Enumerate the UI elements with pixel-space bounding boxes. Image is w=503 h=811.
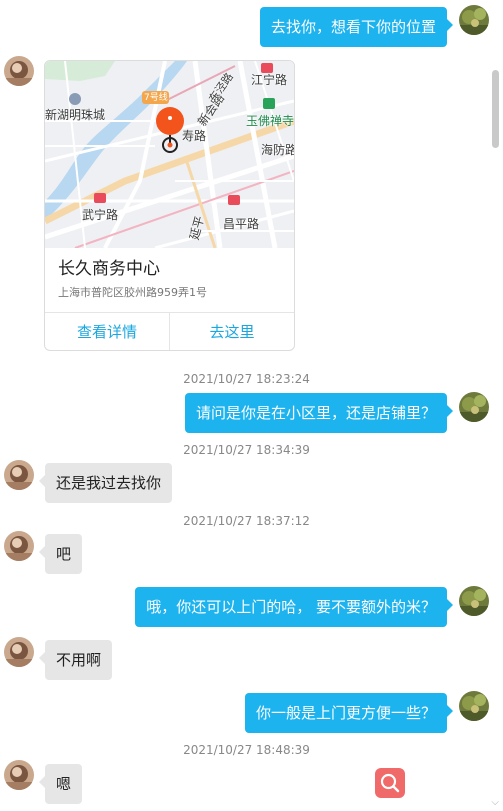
map-label-haifang-road: 海防路 bbox=[261, 143, 294, 157]
message-bubble-outgoing[interactable]: 请问是你是在小区里，还是店铺里？ bbox=[184, 393, 454, 433]
map-label-xinhu-pearl-city: 新湖明珠城 bbox=[45, 108, 106, 122]
location-address: 上海市普陀区胶州路959弄1号 bbox=[58, 286, 207, 299]
map-label-wuning-road: 武宁路 bbox=[82, 208, 119, 222]
map-label-changshou-road: 寿路 bbox=[182, 129, 207, 143]
location-name: 长久商务中心 bbox=[58, 259, 160, 279]
avatar-contact[interactable] bbox=[4, 531, 34, 561]
navigate-here-button[interactable]: 去这里 bbox=[169, 313, 294, 350]
map-label-changping-road: 昌平路 bbox=[223, 217, 260, 231]
message-bubble-incoming[interactable]: 还是我过去找你 bbox=[38, 463, 173, 503]
avatar-self[interactable] bbox=[459, 5, 489, 35]
message-timestamp: 2021/10/27 18:34:39 bbox=[183, 443, 310, 457]
location-map[interactable]: 江宁路 新湖明珠城 7号线 玉佛禅寺 寿路 海防路 新会路 东泾路 武宁路 昌平… bbox=[45, 61, 294, 248]
search-icon bbox=[380, 773, 400, 793]
scrollbar-thumb[interactable] bbox=[492, 70, 499, 148]
message-timestamp: 2021/10/27 18:37:12 bbox=[183, 514, 310, 528]
avatar-contact[interactable] bbox=[4, 56, 34, 86]
message-bubble-incoming[interactable]: 嗯 bbox=[38, 764, 83, 804]
avatar-contact[interactable] bbox=[4, 760, 34, 790]
avatar-self[interactable] bbox=[459, 586, 489, 616]
map-label-jiangning-road: 江宁路 bbox=[251, 73, 288, 87]
message-bubble-incoming[interactable]: 不用啊 bbox=[38, 640, 113, 680]
scroll-down-icon[interactable]: ⌵ bbox=[491, 798, 499, 808]
message-bubble-outgoing[interactable]: 哦，你还可以上门的哈， 要不要额外的米？ bbox=[135, 587, 453, 627]
avatar-self[interactable] bbox=[459, 691, 489, 721]
map-label-yufo-temple: 玉佛禅寺 bbox=[246, 114, 294, 128]
avatar-contact[interactable] bbox=[4, 637, 34, 667]
message-bubble-incoming[interactable]: 吧 bbox=[38, 534, 83, 574]
message-timestamp: 2021/10/27 18:48:39 bbox=[183, 743, 310, 757]
message-bubble-outgoing[interactable]: 去找你，想看下你的位置 bbox=[259, 7, 454, 47]
location-actions: 查看详情 去这里 bbox=[45, 312, 294, 350]
search-button[interactable] bbox=[375, 768, 405, 798]
view-details-button[interactable]: 查看详情 bbox=[45, 313, 169, 350]
message-bubble-outgoing[interactable]: 你一般是上门更方便一些？ bbox=[244, 693, 454, 733]
avatar-self[interactable] bbox=[459, 392, 489, 422]
avatar-contact[interactable] bbox=[4, 460, 34, 490]
message-timestamp: 2021/10/27 18:23:24 bbox=[183, 372, 310, 386]
location-card[interactable]: 江宁路 新湖明珠城 7号线 玉佛禅寺 寿路 海防路 新会路 东泾路 武宁路 昌平… bbox=[44, 60, 295, 351]
map-label-line7: 7号线 bbox=[144, 93, 168, 103]
